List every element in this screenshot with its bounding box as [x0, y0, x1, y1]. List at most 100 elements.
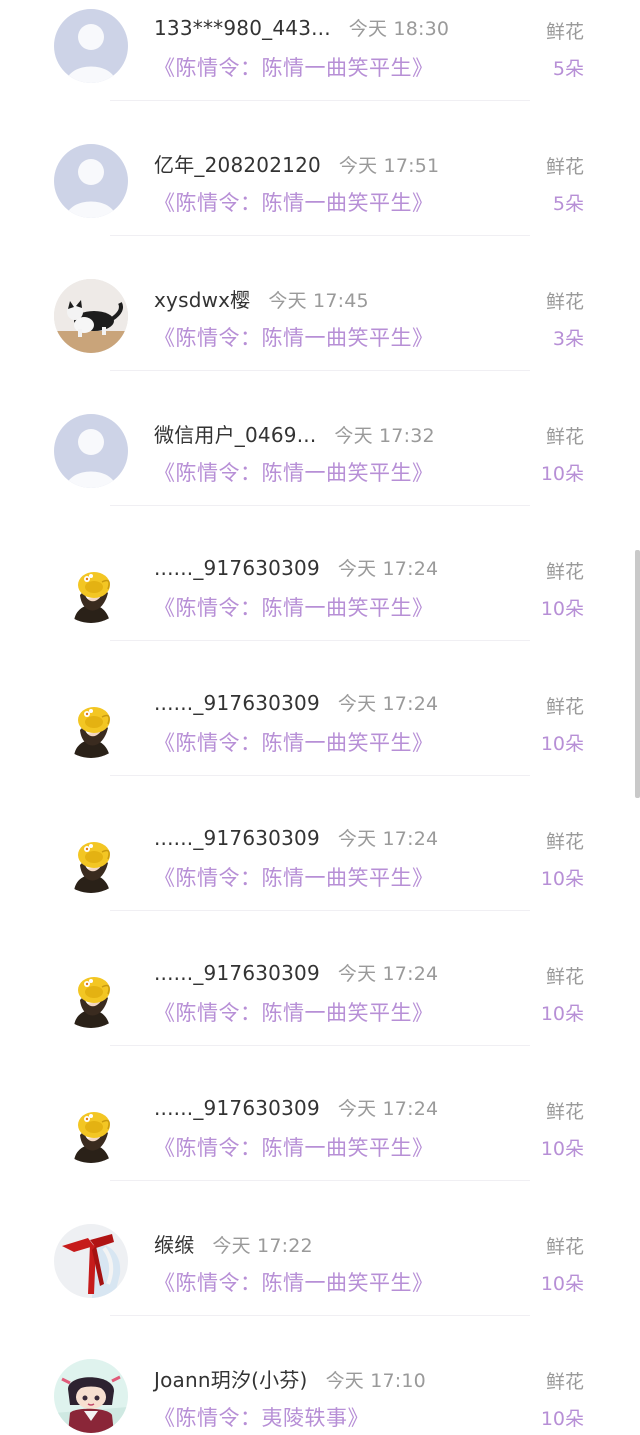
timestamp: 今天 17:24 — [337, 558, 439, 580]
book-title-link[interactable]: 《陈情令：陈情一曲笑平生》 — [154, 997, 434, 1027]
list-item[interactable]: 133***980_443... 今天 18:30 《陈情令：陈情一曲笑平生》 鲜… — [0, 0, 640, 135]
gift-type-label: 鲜花 — [545, 426, 584, 448]
book-title-link[interactable]: 《陈情令：陈情一曲笑平生》 — [154, 1267, 434, 1297]
yellow-hat-girl-avatar-icon[interactable] — [54, 684, 128, 758]
book-title-link[interactable]: 《陈情令：陈情一曲笑平生》 — [154, 1132, 434, 1162]
gift-type-label: 鲜花 — [545, 156, 584, 178]
gift-count: 10朵 — [540, 1003, 584, 1025]
timestamp: 今天 17:32 — [334, 425, 435, 447]
user-name-text[interactable]: ......_917630309 — [154, 691, 320, 715]
user-name-text[interactable]: 亿年_208202120 — [154, 153, 321, 177]
divider — [110, 1315, 530, 1316]
divider — [110, 370, 530, 371]
user-name-text[interactable]: 133***980_443... — [154, 16, 331, 40]
timestamp: 今天 17:10 — [325, 1370, 426, 1392]
gift-count: 10朵 — [540, 1408, 584, 1430]
user-name[interactable]: 缑缑 今天 17:22 — [154, 1229, 313, 1258]
scrollbar[interactable] — [635, 550, 640, 798]
user-name[interactable]: ......_917630309 今天 17:24 — [154, 959, 438, 986]
divider — [110, 910, 530, 911]
anime-character-avatar-icon[interactable] — [54, 1359, 128, 1433]
divider — [110, 775, 530, 776]
list-item[interactable]: 微信用户_0469... 今天 17:32 《陈情令：陈情一曲笑平生》 鲜花 10… — [0, 405, 640, 540]
timestamp: 今天 17:22 — [212, 1235, 313, 1257]
timestamp: 今天 17:24 — [337, 693, 439, 715]
user-name-text[interactable]: ......_917630309 — [154, 826, 320, 850]
cat-avatar-icon[interactable] — [54, 279, 128, 353]
user-name-text[interactable]: ......_917630309 — [154, 1096, 320, 1120]
user-name-text[interactable]: ......_917630309 — [154, 961, 320, 985]
red-ribbon-avatar-icon[interactable] — [54, 1224, 128, 1298]
yellow-hat-girl-avatar-icon[interactable] — [54, 1089, 128, 1163]
timestamp: 今天 17:51 — [338, 155, 440, 177]
gift-count: 10朵 — [540, 733, 584, 755]
gift-type-label: 鲜花 — [545, 966, 584, 988]
user-name-text[interactable]: 微信用户_0469... — [154, 423, 316, 447]
gift-count: 5朵 — [552, 193, 584, 215]
user-name[interactable]: ......_917630309 今天 17:24 — [154, 824, 438, 851]
gift-count: 3朵 — [552, 328, 584, 350]
user-name-text[interactable]: Joann玥汐(小芬) — [154, 1368, 308, 1392]
user-name-text[interactable]: xysdwx樱 — [154, 288, 250, 312]
book-title-link[interactable]: 《陈情令：陈情一曲笑平生》 — [154, 52, 434, 82]
user-name[interactable]: 133***980_443... 今天 18:30 — [154, 14, 449, 41]
gift-type-label: 鲜花 — [545, 291, 584, 313]
timestamp: 今天 17:24 — [337, 1098, 439, 1120]
gift-type-label: 鲜花 — [545, 561, 584, 583]
user-name[interactable]: 微信用户_0469... 今天 17:32 — [154, 419, 435, 448]
user-name[interactable]: ......_917630309 今天 17:24 — [154, 554, 438, 581]
divider — [110, 1045, 530, 1046]
divider — [110, 235, 530, 236]
book-title-link[interactable]: 《陈情令：陈情一曲笑平生》 — [154, 727, 434, 757]
gift-count: 10朵 — [540, 1273, 584, 1295]
gift-type-label: 鲜花 — [545, 21, 584, 43]
list-item[interactable]: ......_917630309 今天 17:24 《陈情令：陈情一曲笑平生》 鲜… — [0, 1080, 640, 1215]
default-avatar-icon[interactable] — [54, 414, 128, 488]
user-name[interactable]: ......_917630309 今天 17:24 — [154, 1094, 438, 1121]
user-name-text[interactable]: ......_917630309 — [154, 556, 320, 580]
gift-count: 10朵 — [540, 598, 584, 620]
divider — [110, 640, 530, 641]
user-name[interactable]: Joann玥汐(小芬) 今天 17:10 — [154, 1364, 426, 1393]
user-name[interactable]: xysdwx樱 今天 17:45 — [154, 284, 369, 313]
gift-type-label: 鲜花 — [545, 1236, 584, 1258]
gift-type-label: 鲜花 — [545, 696, 584, 718]
book-title-link[interactable]: 《陈情令：陈情一曲笑平生》 — [154, 592, 434, 622]
book-title-link[interactable]: 《陈情令：陈情一曲笑平生》 — [154, 862, 434, 892]
list-item[interactable]: xysdwx樱 今天 17:45 《陈情令：陈情一曲笑平生》 鲜花 3朵 — [0, 270, 640, 405]
gift-type-label: 鲜花 — [545, 1101, 584, 1123]
yellow-hat-girl-avatar-icon[interactable] — [54, 549, 128, 623]
list-item[interactable]: ......_917630309 今天 17:24 《陈情令：陈情一曲笑平生》 鲜… — [0, 675, 640, 810]
user-name[interactable]: 亿年_208202120 今天 17:51 — [154, 149, 439, 178]
yellow-hat-girl-avatar-icon[interactable] — [54, 954, 128, 1028]
list-item[interactable]: 缑缑 今天 17:22 《陈情令：陈情一曲笑平生》 鲜花 10朵 — [0, 1215, 640, 1350]
gift-record-list: 133***980_443... 今天 18:30 《陈情令：陈情一曲笑平生》 鲜… — [0, 0, 640, 1435]
book-title-link[interactable]: 《陈情令：陈情一曲笑平生》 — [154, 322, 434, 352]
user-name[interactable]: ......_917630309 今天 17:24 — [154, 689, 438, 716]
list-item[interactable]: ......_917630309 今天 17:24 《陈情令：陈情一曲笑平生》 鲜… — [0, 810, 640, 945]
user-name-text[interactable]: 缑缑 — [154, 1233, 194, 1257]
book-title-link[interactable]: 《陈情令：夷陵轶事》 — [154, 1402, 369, 1432]
list-item[interactable]: ......_917630309 今天 17:24 《陈情令：陈情一曲笑平生》 鲜… — [0, 945, 640, 1080]
timestamp: 今天 17:45 — [268, 290, 369, 312]
timestamp: 今天 18:30 — [348, 18, 450, 40]
list-item[interactable]: Joann玥汐(小芬) 今天 17:10 《陈情令：夷陵轶事》 鲜花 10朵 — [0, 1350, 640, 1435]
book-title-link[interactable]: 《陈情令：陈情一曲笑平生》 — [154, 187, 434, 217]
divider — [110, 100, 530, 101]
list-item[interactable]: ......_917630309 今天 17:24 《陈情令：陈情一曲笑平生》 鲜… — [0, 540, 640, 675]
list-item[interactable]: 亿年_208202120 今天 17:51 《陈情令：陈情一曲笑平生》 鲜花 5朵 — [0, 135, 640, 270]
gift-count: 10朵 — [540, 1138, 584, 1160]
gift-count: 5朵 — [552, 58, 584, 80]
gift-count: 10朵 — [540, 463, 584, 485]
gift-count: 10朵 — [540, 868, 584, 890]
yellow-hat-girl-avatar-icon[interactable] — [54, 819, 128, 893]
default-avatar-icon[interactable] — [54, 9, 128, 83]
divider — [110, 1180, 530, 1181]
gift-type-label: 鲜花 — [545, 1371, 584, 1393]
divider — [110, 505, 530, 506]
gift-type-label: 鲜花 — [545, 831, 584, 853]
timestamp: 今天 17:24 — [337, 963, 439, 985]
default-avatar-icon[interactable] — [54, 144, 128, 218]
timestamp: 今天 17:24 — [337, 828, 439, 850]
book-title-link[interactable]: 《陈情令：陈情一曲笑平生》 — [154, 457, 434, 487]
